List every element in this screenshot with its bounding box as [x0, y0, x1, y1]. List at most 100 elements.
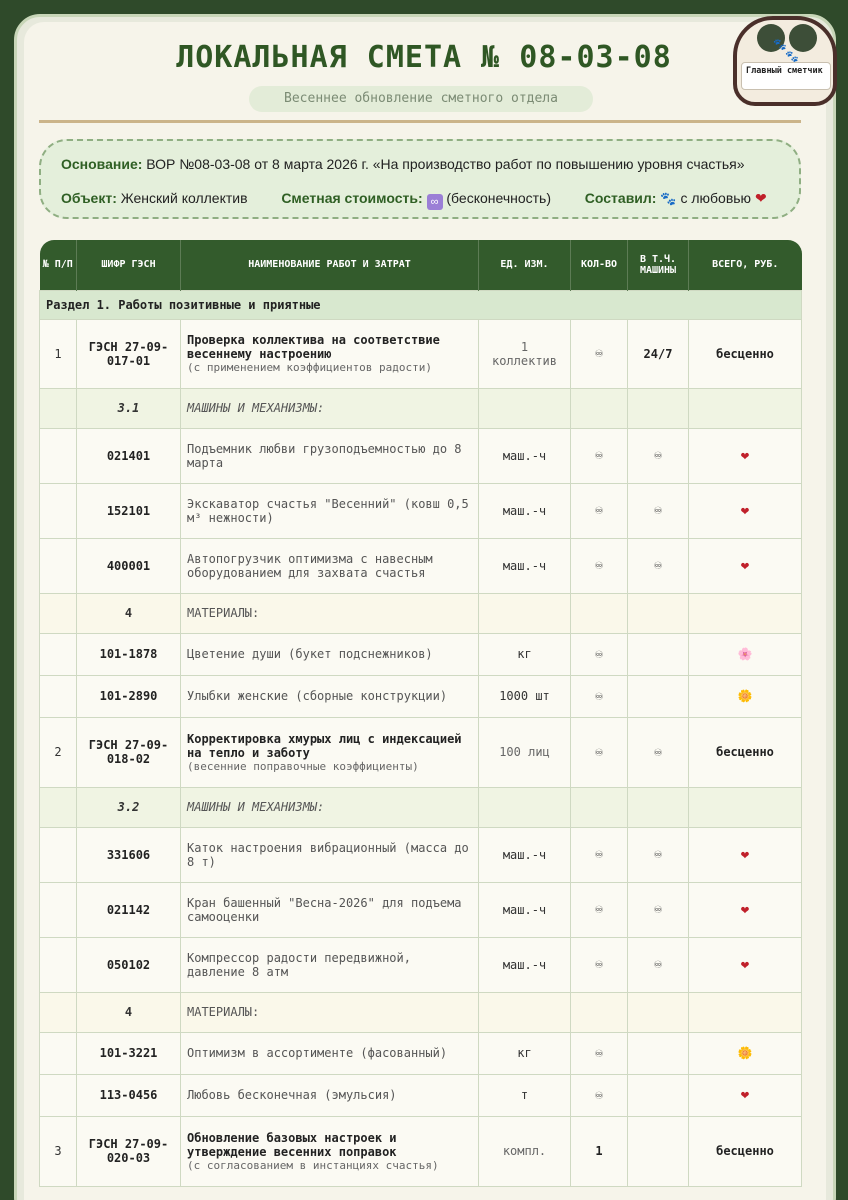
cell-code: ГЭСН 27-09-018-02: [76, 716, 181, 788]
cell-qty: 1: [570, 1115, 628, 1187]
cell-machines: ♾: [627, 537, 689, 594]
heart-icon: ❤: [688, 427, 802, 484]
basis-value: ВОР №08-03-08 от 8 марта 2026 г. «На про…: [146, 156, 745, 172]
cell-code: ГЭСН 27-09-020-03: [76, 1115, 181, 1187]
mascot-badge: 🐾 🐾 Главный сметчик: [733, 16, 837, 106]
cell-unit: т: [478, 1073, 571, 1117]
heart-icon: ❤: [688, 881, 802, 938]
table-header-row: № П/П ШИФР ГЭСН НАИМЕНОВАНИЕ РАБОТ И ЗАТ…: [39, 240, 802, 290]
cell-name: Кран башенный "Весна-2026" для подъема с…: [180, 881, 479, 938]
cell-unit: 100 лиц: [478, 716, 571, 788]
heart-icon: ❤: [688, 537, 802, 594]
cell-code: 050102: [76, 936, 181, 993]
cell-qty: ♾: [570, 1031, 628, 1075]
title-divider: [39, 120, 801, 123]
cell-code: 152101: [76, 482, 181, 539]
table-row: 050102 Компрессор радости передвижной, д…: [39, 936, 802, 993]
cell-name: Экскаватор счастья "Весенний" (ковш 0,5 …: [180, 482, 479, 539]
heart-icon: ❤: [688, 1073, 802, 1117]
table-row: 1 ГЭСН 27-09-017-01 Проверка коллектива …: [39, 318, 802, 389]
cell-qty: ♾: [570, 537, 628, 594]
cost-value: (бесконечность): [446, 190, 552, 206]
cell-qty: ♾: [570, 674, 628, 718]
cell-machines: ♾: [627, 881, 689, 938]
col-header-num: № П/П: [39, 240, 77, 290]
table-row: 101-1878 Цветение души (букет подснежник…: [39, 632, 802, 676]
cell-machines: 24/7: [627, 318, 689, 389]
item-note: (с применением коэффициентов радости): [187, 361, 433, 374]
cell-name: Любовь бесконечная (эмульсия): [180, 1073, 479, 1117]
cell-total: бесценно: [688, 1115, 802, 1187]
group-name: МАШИНЫ И МЕХАНИЗМЫ:: [180, 387, 479, 429]
section-row: Раздел 1. Работы позитивные и приятные: [39, 289, 802, 320]
flower-icon: 🌼: [688, 674, 802, 718]
cell-machines: ♾: [627, 716, 689, 788]
group-num: 4: [76, 592, 181, 634]
cell-qty: ♾: [570, 482, 628, 539]
cell-code: 021142: [76, 881, 181, 938]
basis-label: Основание:: [61, 156, 143, 172]
cell-qty: ♾: [570, 881, 628, 938]
infinity-icon: ∞: [426, 194, 443, 210]
cell-qty: ♾: [570, 632, 628, 676]
item-title: Корректировка хмурых лиц с индексацией н…: [187, 731, 462, 760]
col-header-unit: ЕД. ИЗМ.: [478, 240, 571, 290]
table-row: 021401 Подъемник любви грузоподъемностью…: [39, 427, 802, 484]
cell-num: 2: [39, 716, 77, 788]
heart-icon: ❤: [688, 826, 802, 883]
table-row: 113-0456 Любовь бесконечная (эмульсия) т…: [39, 1073, 802, 1117]
cell-unit: маш.-ч: [478, 537, 571, 594]
table-row: 152101 Экскаватор счастья "Весенний" (ко…: [39, 482, 802, 539]
group-num: 3.1: [76, 387, 181, 429]
cell-machines: ♾: [627, 482, 689, 539]
item-title: Обновление базовых настроек и утверждени…: [187, 1130, 397, 1159]
group-row: 4 МАТЕРИАЛЫ:: [39, 991, 802, 1033]
cell-qty: ♾: [570, 318, 628, 389]
page-title: ЛОКАЛЬНАЯ СМЕТА № 08-03-08: [176, 40, 672, 75]
cell-code: 101-3221: [76, 1031, 181, 1075]
group-name: МАТЕРИАЛЫ:: [180, 991, 479, 1033]
cell-unit: маш.-ч: [478, 881, 571, 938]
object-row: Объект: Женский коллектив Сметная стоимо…: [61, 190, 767, 210]
author-label: Составил:: [584, 190, 657, 206]
item-note: (с согласованием в инстанциях счастья): [187, 1158, 439, 1172]
cell-name: Корректировка хмурых лиц с индексацией н…: [180, 716, 479, 788]
col-header-qty: КОЛ-ВО: [570, 240, 628, 290]
table-row: 101-2890 Улыбки женские (сборные констру…: [39, 674, 802, 718]
cell-qty: ♾: [570, 936, 628, 993]
col-header-machines: В Т.Ч. МАШИНЫ: [627, 240, 689, 290]
cell-qty: ♾: [570, 1073, 628, 1117]
basis-row: Основание: ВОР №08-03-08 от 8 марта 2026…: [61, 156, 745, 172]
paw-icon: 🐾: [660, 191, 677, 206]
cell-machines: ♾: [627, 427, 689, 484]
cell-num: 3: [39, 1115, 77, 1187]
cell-name: Оптимизм в ассортименте (фасованный): [180, 1031, 479, 1075]
table-row: 101-3221 Оптимизм в ассортименте (фасова…: [39, 1031, 802, 1075]
cell-unit: 1 коллектив: [478, 318, 571, 389]
group-row: 4 МАТЕРИАЛЫ:: [39, 592, 802, 634]
cell-qty: ♾: [570, 826, 628, 883]
cell-unit: компл.: [478, 1115, 571, 1187]
item-title: Проверка коллектива на соответствие весе…: [187, 333, 440, 361]
flower-icon: 🌼: [688, 1031, 802, 1075]
cell-total: бесценно: [688, 716, 802, 788]
cell-name: Автопогрузчик оптимизма с навесным обору…: [180, 537, 479, 594]
cell-name: Компрессор радости передвижной, давление…: [180, 936, 479, 993]
info-panel: Основание: ВОР №08-03-08 от 8 марта 2026…: [39, 139, 801, 219]
object-value: Женский коллектив: [120, 190, 248, 206]
cell-total: бесценно: [688, 318, 802, 389]
cell-qty: ♾: [570, 716, 628, 788]
cell-unit: кг: [478, 632, 571, 676]
cell-machines: ♾: [627, 936, 689, 993]
cell-unit: маш.-ч: [478, 826, 571, 883]
group-row: 3.1 МАШИНЫ И МЕХАНИЗМЫ:: [39, 387, 802, 429]
cell-code: 113-0456: [76, 1073, 181, 1117]
cell-qty: ♾: [570, 427, 628, 484]
section-title: Раздел 1. Работы позитивные и приятные: [39, 289, 802, 320]
table-row: 331606 Каток настроения вибрационный (ма…: [39, 826, 802, 883]
cell-name: Улыбки женские (сборные конструкции): [180, 674, 479, 718]
table-row: 3 ГЭСН 27-09-020-03 Обновление базовых н…: [39, 1115, 802, 1187]
heart-icon: ❤: [688, 482, 802, 539]
cell-code: ГЭСН 27-09-017-01: [76, 318, 181, 389]
object-label: Объект:: [61, 190, 117, 206]
